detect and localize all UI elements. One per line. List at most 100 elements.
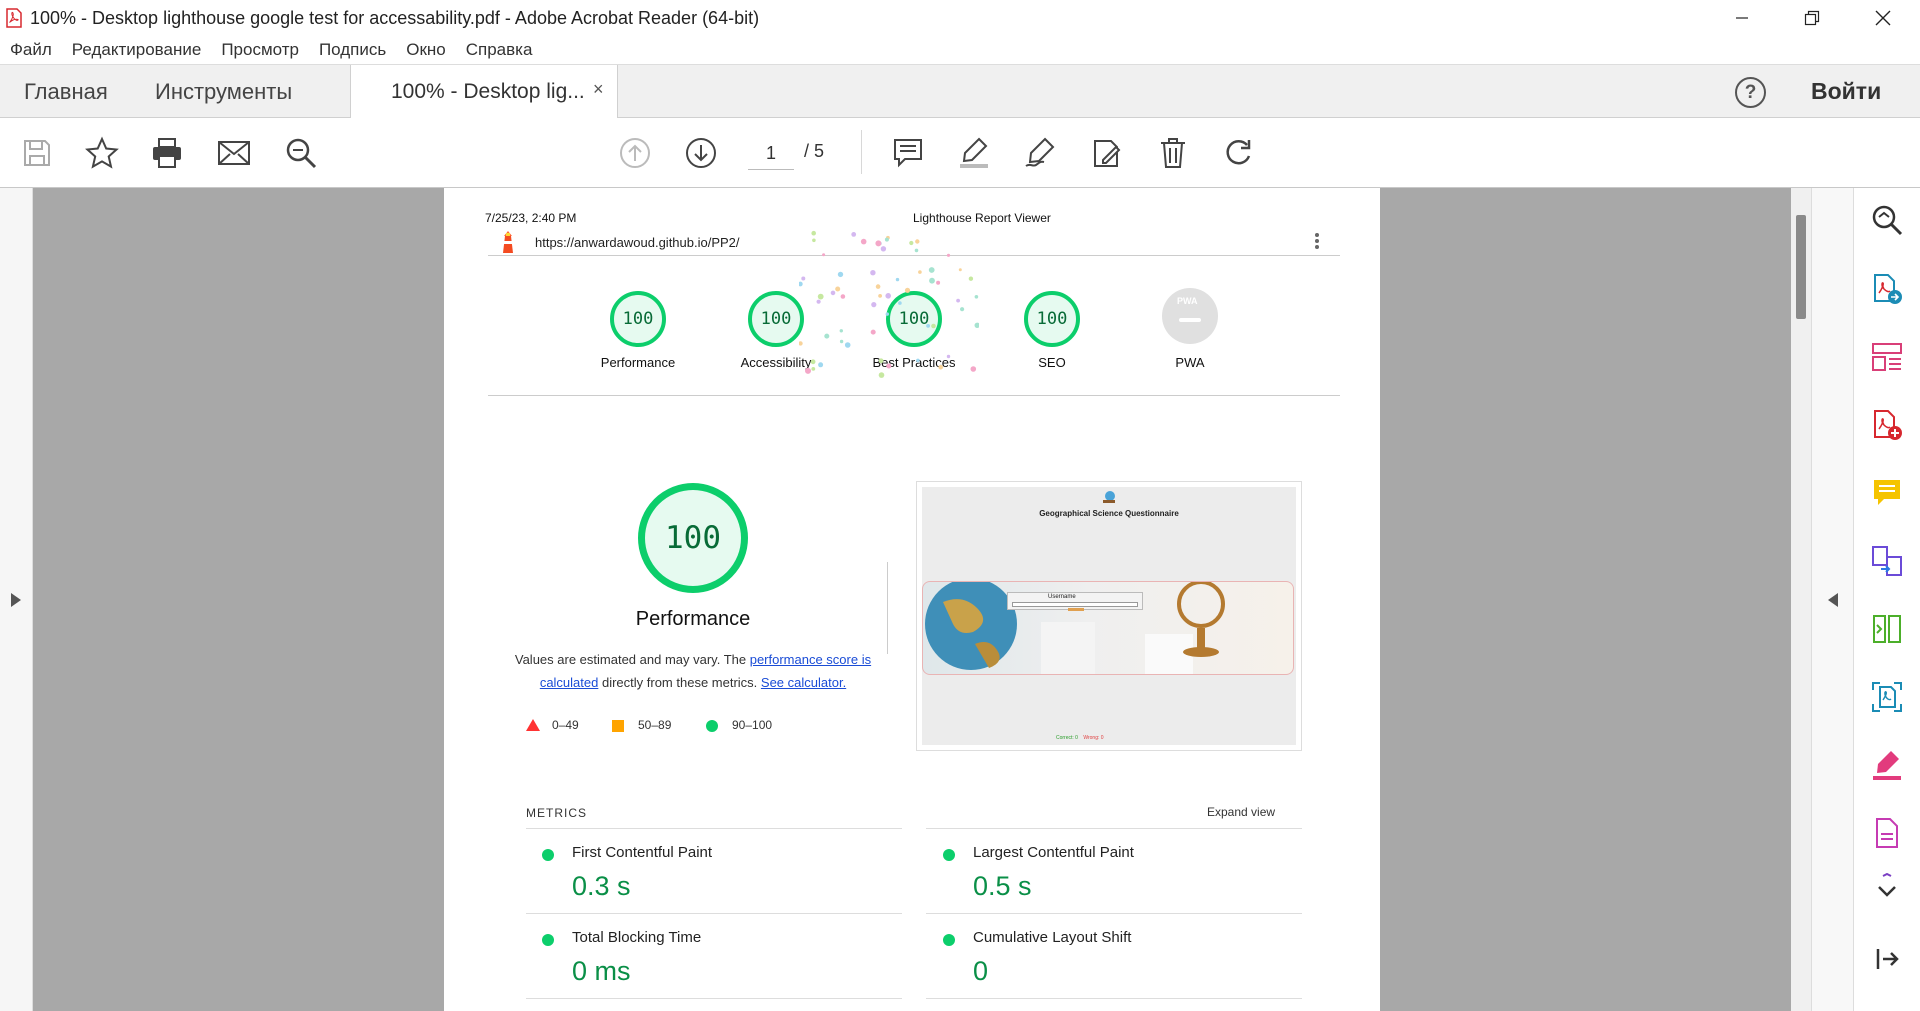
confetti-dot (880, 246, 887, 252)
email-button[interactable] (214, 133, 254, 173)
acrobat-pdf-icon (6, 8, 22, 28)
minimize-button[interactable] (1711, 0, 1773, 36)
confetti-dot (926, 324, 930, 328)
metric-pass-icon (542, 849, 554, 861)
menu-edit[interactable]: Редактирование (72, 40, 202, 60)
scrollbar-thumb[interactable] (1796, 215, 1806, 319)
performance-description: Values are estimated and may vary. The p… (514, 648, 872, 694)
confetti-dot (909, 240, 914, 246)
seo-score-gauge[interactable]: 100 (1024, 291, 1080, 347)
confetti-dot (916, 358, 920, 363)
more-options-icon[interactable] (1314, 232, 1320, 250)
tab-tools[interactable]: Инструменты (155, 79, 292, 105)
confetti-dot (915, 239, 920, 244)
confetti-dot (878, 372, 885, 378)
confetti-dot (968, 276, 974, 281)
confetti-dot (817, 293, 824, 300)
tab-document[interactable]: 100% - Desktop lig... × (350, 65, 618, 119)
scan-ocr-tool[interactable] (1868, 678, 1906, 716)
combine-files-tool[interactable] (1868, 542, 1906, 580)
bookmark-button[interactable] (82, 133, 122, 173)
collapse-panel-button[interactable] (1868, 940, 1906, 978)
restore-button[interactable] (1781, 0, 1843, 36)
pen-icon (1025, 137, 1055, 167)
confetti-dot (812, 238, 816, 243)
close-window-button[interactable] (1852, 0, 1914, 36)
screenshot-wrong: Wrong: 0 (1083, 735, 1104, 741)
document-area: 7/25/23, 2:40 PM Lighthouse Report Viewe… (0, 188, 1853, 1011)
menu-file[interactable]: Файл (10, 40, 52, 60)
search-button[interactable] (281, 133, 321, 173)
highlight-button[interactable] (954, 133, 994, 173)
tab-home[interactable]: Главная (24, 79, 108, 105)
create-pdf-icon (1874, 410, 1902, 440)
confetti-dot (886, 363, 892, 369)
organize-pages-tool[interactable] (1868, 338, 1906, 376)
rotate-icon (1226, 140, 1251, 165)
export-pdf-tool[interactable] (1868, 270, 1906, 308)
page-number-input[interactable]: 1 (748, 136, 794, 170)
final-screenshot[interactable]: Geographical Science Questionnaire Usern… (916, 481, 1302, 751)
zoom-tool[interactable] (1868, 201, 1906, 239)
scan-ocr-icon (1872, 682, 1902, 712)
confetti-dot (860, 238, 867, 245)
comment-tool[interactable] (1868, 474, 1906, 512)
confetti-dot (811, 230, 816, 236)
accessibility-score-gauge[interactable]: 100 (748, 291, 804, 347)
fill-sign-tool[interactable] (1868, 746, 1906, 784)
left-panel-toggle[interactable] (0, 188, 33, 1011)
report-url[interactable]: https://anwardawoud.github.io/PP2/ (535, 235, 740, 250)
confetti-dot (840, 294, 846, 299)
print-button[interactable] (147, 133, 187, 173)
protect-tool[interactable] (1868, 814, 1906, 852)
confetti-dot (875, 284, 881, 289)
see-calculator-link[interactable]: See calculator. (761, 675, 846, 690)
confetti-dot (822, 253, 826, 257)
metric-fcp-value: 0.3 s (572, 871, 631, 901)
window-title: 100% - Desktop lighthouse google test fo… (30, 7, 760, 28)
tab-bar: Главная Инструменты 100% - Desktop lig..… (0, 64, 1920, 119)
save-button[interactable] (17, 133, 57, 173)
desc-text-1: Values are estimated and may vary. The (514, 652, 750, 667)
metric-pass-icon (943, 934, 955, 946)
help-button[interactable]: ? (1735, 77, 1766, 108)
pwa-badge-icon[interactable]: PWA (1162, 288, 1218, 344)
next-page-button[interactable] (681, 133, 721, 173)
confetti-dot (830, 290, 836, 296)
confetti-dot (878, 358, 884, 364)
performance-label: Performance (600, 355, 676, 370)
pwa-dash (1179, 318, 1201, 322)
comment-button[interactable] (888, 133, 928, 173)
triangle-left-icon (1828, 593, 1838, 607)
performance-score-gauge[interactable]: 100 (610, 291, 666, 347)
average-square-icon (612, 720, 624, 732)
vertical-scrollbar[interactable] (1791, 188, 1811, 1011)
lighthouse-logo-icon (503, 231, 513, 253)
delete-button[interactable] (1153, 133, 1193, 173)
tab-close-button[interactable]: × (593, 79, 604, 100)
confetti-dot (878, 294, 882, 298)
more-tools-button[interactable] (1868, 868, 1906, 906)
screenshot-form: Username (1007, 592, 1143, 611)
previous-page-button[interactable] (615, 133, 655, 173)
compress-pdf-tool[interactable] (1868, 610, 1906, 648)
draw-button[interactable] (1020, 133, 1060, 173)
confetti-dot (898, 301, 902, 305)
rotate-button[interactable] (1219, 133, 1259, 173)
create-pdf-tool[interactable] (1868, 406, 1906, 444)
confetti-dot (885, 293, 891, 299)
tools-panel (1853, 188, 1920, 1011)
report-viewer-title: Lighthouse Report Viewer (913, 211, 1051, 225)
trash-icon (1161, 138, 1185, 168)
menu-window[interactable]: Окно (406, 40, 446, 60)
legend-average: 50–89 (638, 718, 672, 732)
fill-sign-button[interactable] (1086, 133, 1126, 173)
menu-help[interactable]: Справка (466, 40, 533, 60)
signin-button[interactable]: Войти (1811, 78, 1881, 105)
screenshot-footer: Correct: 0 Wrong: 0 (1056, 735, 1104, 741)
menu-sign[interactable]: Подпись (319, 40, 386, 60)
screenshot-title: Geographical Science Questionnaire (1039, 509, 1179, 518)
right-panel-toggle[interactable] (1811, 188, 1853, 1011)
menu-view[interactable]: Просмотр (221, 40, 299, 60)
expand-view-button[interactable]: Expand view (1207, 805, 1275, 819)
